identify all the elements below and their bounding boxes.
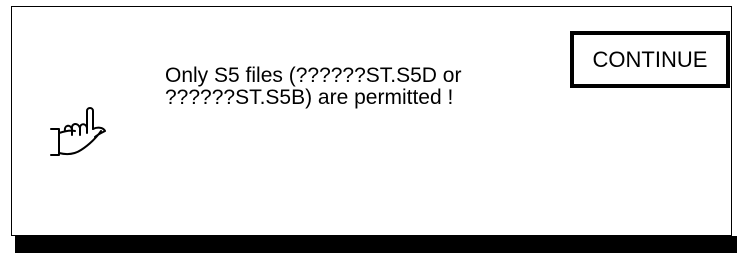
message-dialog: Only S5 files (??????ST.S5D or ??????ST.… xyxy=(11,6,732,236)
dialog-shadow xyxy=(15,236,737,253)
continue-button[interactable]: CONTINUE xyxy=(570,31,730,88)
pointing-hand-icon xyxy=(50,107,106,156)
message-line: ??????ST.S5B) are permitted ! xyxy=(165,86,454,109)
message-line: Only S5 files (??????ST.S5D or xyxy=(165,64,462,87)
dialog-message: Only S5 files (??????ST.S5D or ??????ST.… xyxy=(165,65,461,109)
